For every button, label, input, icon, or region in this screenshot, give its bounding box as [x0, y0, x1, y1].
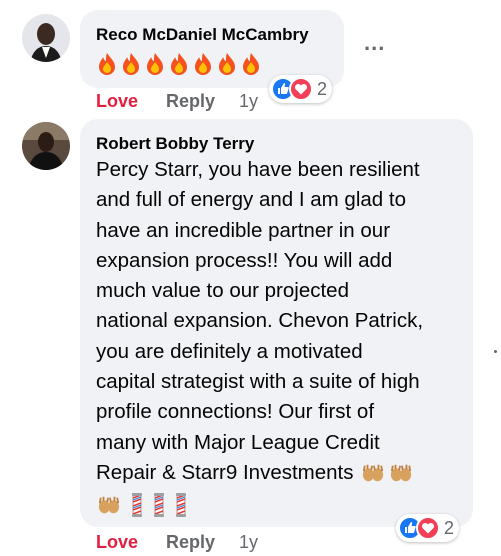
comment-text-segment: Repair & Starr9 Investments	[96, 460, 354, 484]
divider-dot	[494, 350, 497, 353]
reply-button[interactable]: Reply	[166, 532, 215, 553]
comment-bubble: Robert Bobby Terry Percy Starr, you have…	[80, 119, 473, 527]
more-options-button[interactable]: ...	[364, 30, 385, 56]
barber-pole-icon	[176, 493, 186, 518]
reaction-summary[interactable]: 2	[396, 514, 460, 542]
comment-text-line: capital strategist with a suite of high	[96, 370, 420, 394]
love-icon	[289, 77, 313, 101]
reply-button[interactable]: Reply	[166, 91, 215, 112]
fire-icon	[123, 53, 139, 75]
comment-actions: Love Reply 1y	[96, 91, 258, 112]
comment-text-line: many with Major League Credit	[96, 430, 380, 454]
comment-text-line: Repair & Starr9 Investments	[96, 458, 468, 488]
comment-author[interactable]: Reco McDaniel McCambry	[96, 25, 309, 45]
timestamp[interactable]: 1y	[239, 91, 258, 112]
fire-icon	[195, 53, 211, 75]
comment-author[interactable]: Robert Bobby Terry	[96, 134, 254, 154]
barber-pole-icon	[132, 493, 142, 518]
fire-icon	[243, 53, 259, 75]
fire-icon	[147, 53, 163, 75]
comment-text-line: Percy Starr, you have been resilient	[96, 158, 420, 181]
barber-pole-icon	[154, 493, 164, 518]
reaction-count: 2	[317, 78, 328, 99]
comment-text: Percy Starr, you have been resilient and…	[96, 155, 468, 522]
fire-icon	[171, 53, 187, 75]
avatar[interactable]	[22, 122, 70, 170]
comment-text-line: you are definitely a motivated	[96, 339, 363, 363]
avatar[interactable]	[22, 14, 70, 62]
fire-icon	[219, 53, 235, 75]
raised-hands-icon	[362, 464, 383, 482]
comment-text-line: and full of energy and I am glad to	[96, 188, 406, 212]
fire-icon	[99, 53, 115, 75]
love-button[interactable]: Love	[96, 532, 138, 553]
raised-hands-icon	[390, 464, 411, 482]
timestamp[interactable]: 1y	[239, 532, 258, 553]
comment-text-line: national expansion. Chevon Patrick,	[96, 309, 424, 333]
comment-text-line: expansion process!! You will add	[96, 248, 393, 272]
comment-text-line: much value to our projected	[96, 279, 349, 303]
love-icon	[416, 516, 440, 540]
love-button[interactable]: Love	[96, 91, 138, 112]
reaction-summary[interactable]: 2	[269, 75, 333, 103]
reaction-count: 2	[444, 517, 455, 538]
comment-actions: Love Reply 1y	[96, 532, 258, 553]
emoji-row	[96, 52, 262, 76]
raised-hands-icon	[98, 497, 120, 514]
comment-text-line: profile connections! Our first of	[96, 400, 375, 424]
comment-text-line: have an incredible partner in our	[96, 218, 391, 242]
